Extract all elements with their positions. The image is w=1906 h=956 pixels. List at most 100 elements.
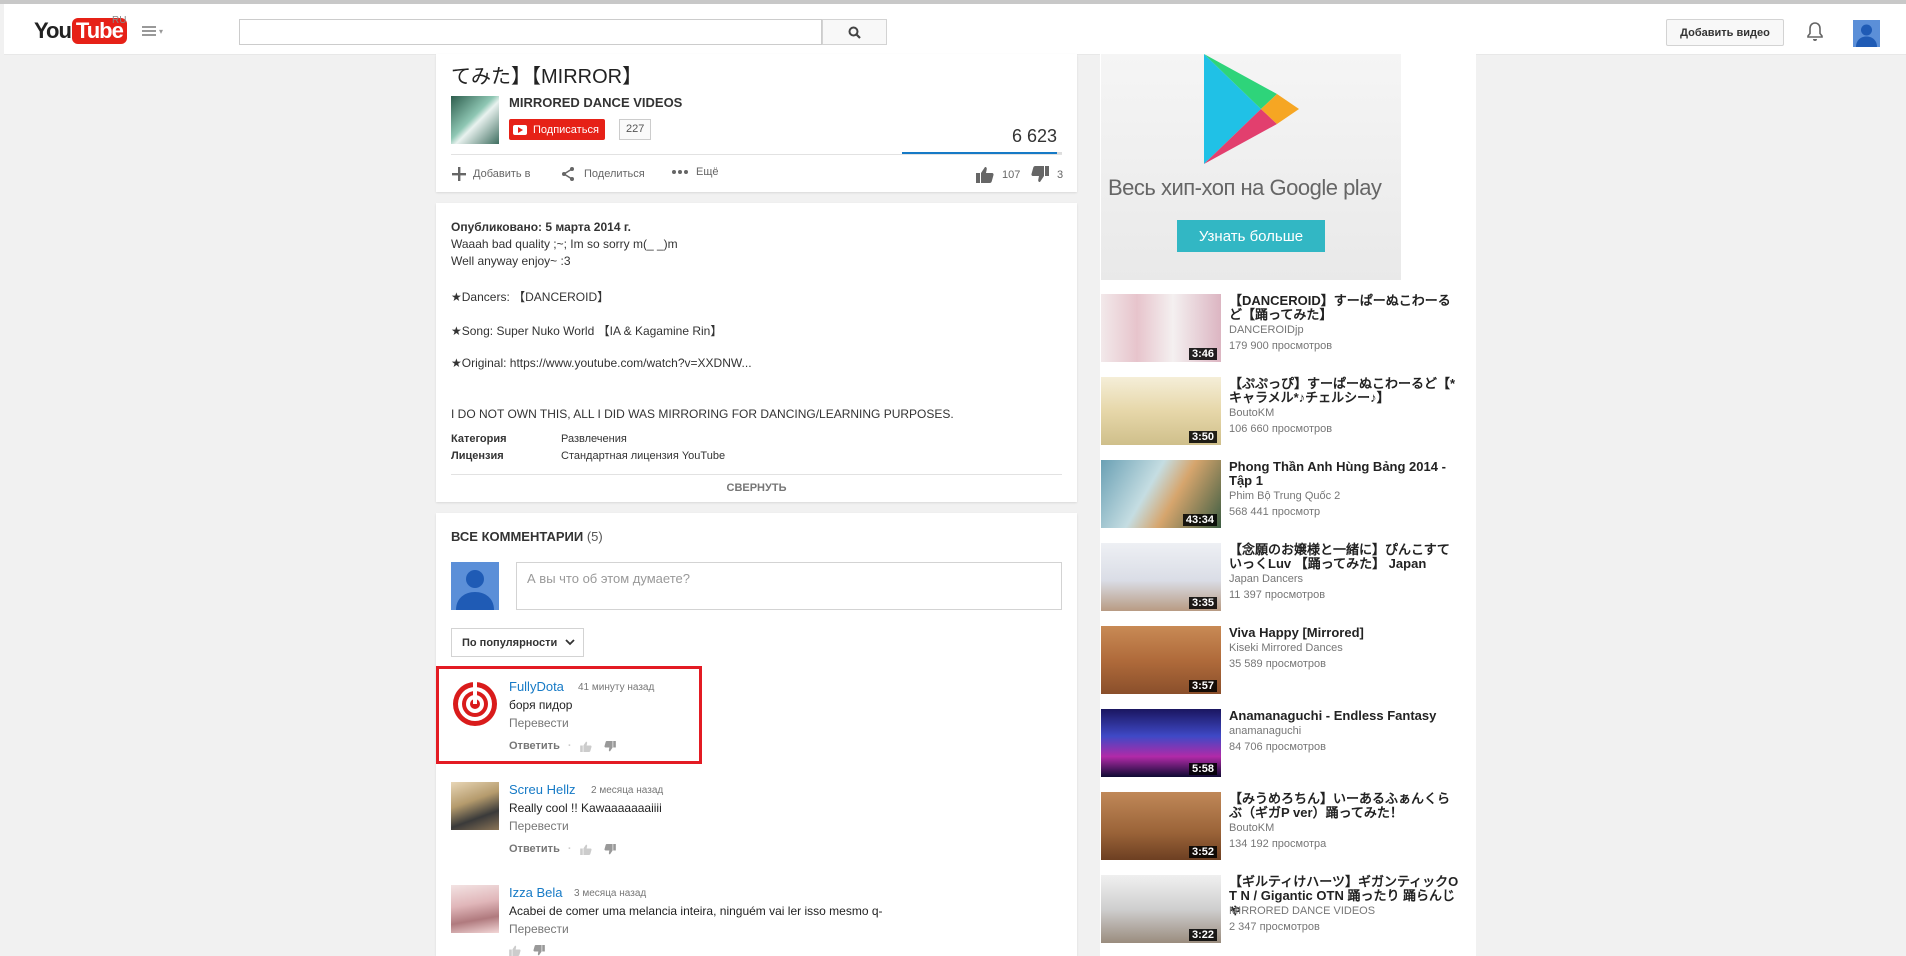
video-duration: 3:35 <box>1188 597 1217 609</box>
video-duration: 5:58 <box>1188 763 1217 775</box>
search-button[interactable] <box>822 19 887 45</box>
search-input[interactable] <box>239 19 822 45</box>
comment-author-avatar[interactable] <box>451 782 499 830</box>
thumbs-up-icon[interactable] <box>509 945 521 956</box>
related-video-item[interactable]: 3:35 【念願のお嬢様と一緒に】ぴんこすていっくLuv 【踊ってみた】 Japa… <box>1101 543 1461 613</box>
comments-title: ВСЕ КОММЕНТАРИИ <box>451 529 584 544</box>
related-video-channel: Phim Bộ Trung Quốc 2 <box>1229 490 1341 502</box>
meta-value-category[interactable]: Развлечения <box>561 433 627 445</box>
related-video-title[interactable]: Anamanaguchi - Endless Fantasy <box>1229 709 1459 723</box>
account-avatar[interactable] <box>1853 20 1880 47</box>
related-video-item[interactable]: 3:52 【みうめろちん】いーあるふぁんくらぶ（ギガP ver）踊ってみた！ Bou… <box>1101 792 1461 862</box>
comment-text: Really cool !! Kawaaaaaaaiiii <box>509 801 662 815</box>
comment-author[interactable]: FullyDota <box>509 679 564 694</box>
comment-author-avatar[interactable] <box>451 885 499 933</box>
comment-input[interactable]: А вы что об этом думаете? <box>516 562 1062 610</box>
thumbs-up-icon[interactable] <box>579 741 592 752</box>
plus-icon <box>452 167 466 181</box>
comment-author[interactable]: Screu Hellz <box>509 782 575 797</box>
video-title: てみた】【MIRROR】 <box>451 66 643 88</box>
meta-value-license: Стандартная лицензия YouTube <box>561 450 726 462</box>
related-video-title[interactable]: 【みうめろちん】いーあるふぁんくらぶ（ギガP ver）踊ってみた！ <box>1229 792 1459 820</box>
default-user-icon <box>456 570 494 610</box>
related-video-title[interactable]: 【DANCEROID】すーぱーぬこわーるど【踊ってみた】 <box>1229 294 1459 322</box>
related-video-channel: MIRRORED DANCE VIDEOS <box>1229 905 1376 917</box>
default-user-icon <box>1856 24 1877 47</box>
translate-link[interactable]: Перевести <box>509 716 569 730</box>
guide-caret-icon[interactable]: ▾ <box>159 27 163 36</box>
related-video-views: 179 900 просмотров <box>1229 340 1333 352</box>
related-video-item[interactable]: 3:22 【ギルティけハーツ】ギガンティックO T N / Gigantic OT… <box>1101 875 1461 945</box>
youtube-logo[interactable]: You Tube RU <box>34 15 127 45</box>
related-video-views: 134 192 просмотра <box>1229 838 1327 850</box>
comment-actions: Ответить · <box>509 843 616 855</box>
subscribe-label: Подписаться <box>533 123 599 136</box>
related-video-channel: DANCEROIDjp <box>1229 324 1304 336</box>
add-to-button[interactable]: Добавить в <box>451 166 531 182</box>
related-video-thumbnail[interactable]: 3:52 <box>1101 792 1221 860</box>
related-video-title[interactable]: Phong Thần Anh Hùng Bảng 2014 - Tập 1 <box>1229 460 1459 488</box>
related-video-thumbnail[interactable]: 3:46 <box>1101 294 1221 362</box>
thumbs-up-icon[interactable] <box>579 844 592 855</box>
thumbs-up-icon <box>976 167 994 183</box>
comment-time[interactable]: 2 месяца назад <box>591 785 663 796</box>
related-video-item[interactable]: 5:58 Anamanaguchi - Endless Fantasy anaman… <box>1101 709 1461 779</box>
translate-link[interactable]: Перевести <box>509 819 569 833</box>
meta-key-category: Категория <box>451 433 507 445</box>
comment-text: Acabei de comer uma melancia inteira, ni… <box>509 904 883 918</box>
thumbs-down-icon[interactable] <box>603 740 616 752</box>
upload-button[interactable]: Добавить видео <box>1666 19 1784 46</box>
related-video-item[interactable]: 3:46 【DANCEROID】すーぱーぬこわーるど【踊ってみた】 DANCEROI… <box>1101 294 1461 364</box>
related-video-channel: BoutoKM <box>1229 407 1275 419</box>
related-video-channel: anamanaguchi <box>1229 725 1302 737</box>
video-duration: 3:22 <box>1188 929 1217 941</box>
reply-button[interactable]: Ответить <box>509 740 560 752</box>
related-video-item[interactable]: 3:50 【ぷぷっぴ】すーぱーぬこわーるど【*キャラメル*♪チェルシー♪】 Bout… <box>1101 377 1461 447</box>
separator-dot: · <box>567 843 572 855</box>
dislike-count: 3 <box>1057 168 1064 181</box>
related-video-views: 568 441 просмотр <box>1229 506 1321 518</box>
related-video-thumbnail[interactable]: 3:35 <box>1101 543 1221 611</box>
subscribe-button[interactable]: Подписаться <box>509 119 605 140</box>
translate-link[interactable]: Перевести <box>509 922 569 936</box>
comment-time[interactable]: 41 минуту назад <box>578 682 654 693</box>
related-video-title[interactable]: Viva Happy [Mirrored] <box>1229 626 1459 640</box>
reply-button[interactable]: Ответить <box>509 843 560 855</box>
related-video-item[interactable]: 3:57 Viva Happy [Mirrored] Kiseki Mirrored… <box>1101 626 1461 696</box>
thumbs-down-icon[interactable] <box>533 945 545 956</box>
comment-time[interactable]: 3 месяца назад <box>574 888 646 899</box>
related-video-item[interactable]: 43:34 Phong Thần Anh Hùng Bảng 2014 - Tập… <box>1101 460 1461 530</box>
subscriber-count: 227 <box>619 119 652 140</box>
like-button[interactable]: 107 <box>976 166 1020 183</box>
sort-label: По популярности <box>462 636 558 649</box>
related-video-thumbnail[interactable]: 5:58 <box>1101 709 1221 777</box>
channel-name[interactable]: MIRRORED DANCE VIDEOS <box>509 95 682 110</box>
chevron-down-icon <box>565 639 575 646</box>
thumbs-down-icon <box>1031 166 1049 182</box>
related-video-thumbnail[interactable]: 3:50 <box>1101 377 1221 445</box>
related-video-channel: Japan Dancers <box>1229 573 1303 585</box>
dislike-button[interactable]: 3 <box>1031 166 1063 183</box>
guide-menu-icon[interactable] <box>142 26 156 36</box>
related-video-thumbnail[interactable]: 43:34 <box>1101 460 1221 528</box>
notifications-bell-icon[interactable] <box>1807 22 1823 42</box>
ad-learn-more-button[interactable]: Узнать больше <box>1177 220 1325 252</box>
comment-author-avatar[interactable] <box>451 680 499 728</box>
video-duration: 3:46 <box>1188 348 1217 360</box>
comment-author[interactable]: Izza Bela <box>509 885 562 900</box>
spiral-avatar-icon <box>451 680 499 728</box>
current-user-avatar <box>451 562 499 610</box>
sort-dropdown[interactable]: По популярности <box>451 628 584 657</box>
related-video-title[interactable]: 【念願のお嬢様と一緒に】ぴんこすていっくLuv 【踊ってみた】 Japan <box>1229 543 1459 571</box>
related-video-thumbnail[interactable]: 3:57 <box>1101 626 1221 694</box>
share-button[interactable]: Поделиться <box>560 166 645 182</box>
more-button[interactable]: Ещё <box>671 166 719 178</box>
thumbs-down-icon[interactable] <box>603 843 616 855</box>
description-link-line[interactable]: ★Original: https://www.youtube.com/watch… <box>451 356 752 370</box>
related-video-title[interactable]: 【ぷぷっぴ】すーぱーぬこわーるど【*キャラメル*♪チェルシー♪】 <box>1229 377 1459 405</box>
collapse-description-button[interactable]: СВЕРНУТЬ <box>451 474 1062 494</box>
related-video-thumbnail[interactable]: 3:22 <box>1101 875 1221 943</box>
separator-dot: · <box>567 740 572 752</box>
description-line: ★Dancers: 【DANCEROID】 <box>451 290 610 304</box>
channel-thumbnail[interactable] <box>451 96 499 144</box>
